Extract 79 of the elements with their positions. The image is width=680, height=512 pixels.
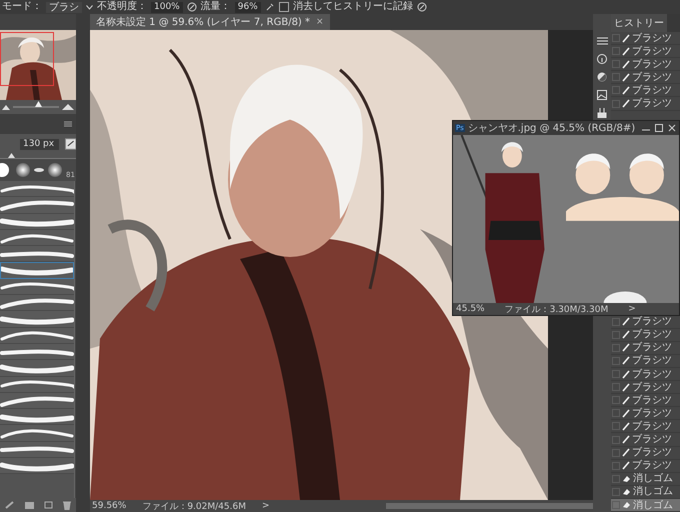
status-arrow[interactable]: > [628, 304, 636, 314]
document-tab[interactable]: 名称未設定 1 @ 59.6% (レイヤー 7, RGB/8) * × [90, 14, 330, 30]
history-item[interactable]: ブラシツ [611, 433, 680, 447]
brush-preset[interactable] [0, 214, 74, 230]
brush-preset[interactable] [0, 458, 74, 474]
flow-label: 流量： [200, 1, 231, 13]
mountain-small-icon[interactable] [2, 104, 10, 110]
brush-preset[interactable] [0, 246, 74, 262]
close-icon[interactable] [667, 123, 677, 133]
flow-field[interactable]: 96% [234, 2, 261, 12]
scrollbar[interactable] [386, 503, 593, 509]
brush-preset[interactable] [0, 425, 74, 442]
history-item[interactable]: ブラシツ [611, 394, 680, 408]
history-icon[interactable] [596, 36, 608, 46]
mode-label: モード： [2, 1, 42, 13]
document-title: 名称未設定 1 @ 59.6% (レイヤー 7, RGB/8) * [96, 16, 310, 29]
history-item[interactable]: ブラシツ [611, 32, 680, 46]
brush-preset[interactable] [0, 360, 74, 377]
pressure-icon[interactable] [416, 2, 427, 12]
caret-icon[interactable] [86, 4, 93, 10]
soft-tip-icon[interactable] [16, 163, 30, 177]
brush-preset[interactable] [0, 328, 74, 344]
history-item[interactable]: ブラシツ [611, 97, 680, 111]
file-size: ファイル：9.02M/45.6M [142, 500, 246, 512]
brush-preset[interactable] [0, 262, 74, 279]
zoom-level: 59.56% [92, 501, 126, 511]
view-area-frame[interactable] [0, 32, 54, 86]
status-arrow[interactable]: > [262, 501, 270, 511]
color-icon[interactable] [597, 72, 607, 82]
new-icon[interactable] [44, 501, 53, 509]
history-item[interactable]: ブラシツ [611, 354, 680, 368]
history-item[interactable]: ブラシツ [611, 71, 680, 84]
streak-tip-icon[interactable] [34, 167, 44, 173]
history-item[interactable]: 消しゴム [611, 472, 680, 486]
brush-preset[interactable] [0, 409, 74, 426]
erase-history-label: 消去してヒストリーに記録 [292, 1, 413, 13]
history-item[interactable]: ブラシツ [611, 460, 680, 473]
maximize-icon[interactable] [654, 123, 664, 133]
history-item[interactable]: ブラシツ [611, 446, 680, 460]
history-item[interactable]: ブラシツ [611, 84, 680, 98]
opacity-label: 不透明度： [97, 1, 147, 13]
brush-preset[interactable] [0, 181, 74, 198]
brush-preset[interactable] [0, 295, 74, 312]
history-tab[interactable]: ヒストリー [611, 14, 667, 32]
soft-tip-icon[interactable] [48, 163, 62, 177]
brush-preset[interactable] [0, 392, 74, 410]
brush-icon[interactable] [5, 501, 15, 509]
mountain-large-icon[interactable] [62, 104, 74, 110]
scrollbar[interactable] [74, 181, 76, 498]
close-button[interactable]: × [316, 17, 324, 27]
airbrush-icon[interactable] [264, 2, 275, 12]
brush-preset[interactable] [0, 278, 74, 296]
brush-preset[interactable] [0, 197, 74, 214]
trash-icon[interactable] [63, 500, 71, 510]
size-field[interactable]: 130 px [20, 138, 59, 150]
brush-preset[interactable] [0, 311, 74, 328]
image-icon[interactable] [597, 90, 607, 100]
history-item[interactable]: ブラシツ [611, 342, 680, 355]
panel-menu-icon[interactable] [64, 121, 72, 127]
history-item[interactable]: ブラシツ [611, 407, 680, 420]
mode-dropdown[interactable]: ブラシ [46, 2, 82, 12]
folder-icon[interactable] [25, 501, 34, 509]
opacity-field[interactable]: 100% [151, 2, 183, 12]
round-tip-icon[interactable] [0, 163, 12, 177]
history-item[interactable]: ブラシツ [611, 328, 680, 342]
history-item[interactable]: ブラシツ [611, 58, 680, 72]
pressure-icon[interactable] [186, 2, 197, 12]
checkbox[interactable] [278, 2, 289, 12]
info-icon[interactable] [597, 54, 607, 64]
brush-preset[interactable] [0, 442, 74, 458]
history-item[interactable]: ブラシツ [611, 368, 680, 382]
history-item[interactable]: ブラシツ [611, 420, 680, 434]
history-item[interactable]: ブラシツ [611, 45, 680, 58]
history-item[interactable]: ブラシツ [611, 381, 680, 394]
brush-preset[interactable] [0, 344, 74, 360]
brush-preset[interactable] [0, 230, 74, 246]
new-preset-icon[interactable] [64, 138, 76, 150]
brush-preset[interactable] [0, 376, 74, 393]
history-item[interactable]: 消しゴム [611, 498, 680, 512]
